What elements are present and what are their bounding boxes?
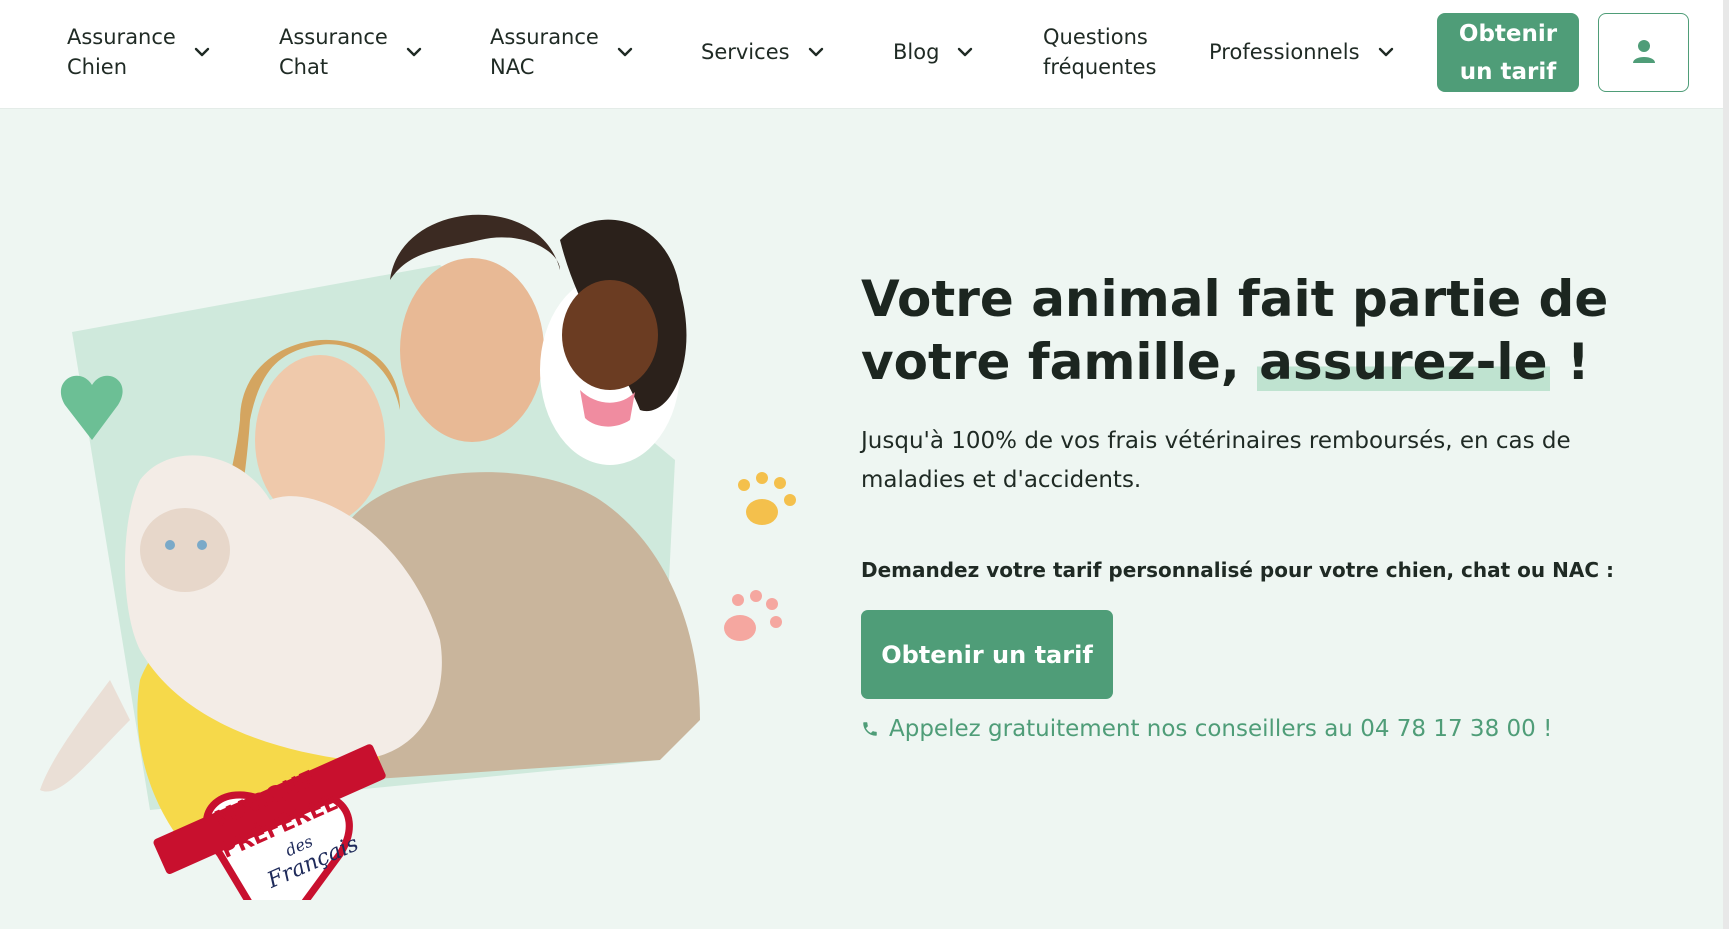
get-quote-button[interactable]: Obtenir un tarif (861, 610, 1113, 699)
nav-label-line1: Assurance (279, 25, 388, 49)
nav-blog[interactable]: Blog (893, 37, 973, 67)
hero-headline: Votre animal fait partie de votre famill… (861, 268, 1621, 394)
hero-subtitle: Jusqu'à 100% de vos frais vétérinaires r… (861, 428, 1571, 493)
nav-label-line2: fréquentes (1043, 55, 1157, 79)
nav-professionnels[interactable]: Professionnels (1209, 37, 1394, 67)
chevron-down-icon (617, 47, 633, 57)
account-button[interactable] (1598, 13, 1689, 92)
cat-face (140, 508, 230, 592)
chevron-down-icon (957, 47, 973, 57)
nav-label-line2: Chien (67, 55, 128, 79)
headline-highlight: assurez-le (1257, 333, 1550, 391)
paw-icon (738, 472, 796, 525)
headline-end: ! (1549, 333, 1590, 391)
phone-link[interactable]: Appelez gratuitement nos conseillers au … (861, 716, 1552, 742)
top-navigation: Assurance Chien Assurance Chat Assurance NA… (0, 0, 1729, 108)
nav-assurance-chat[interactable]: Assurance Chat (279, 22, 422, 82)
phone-icon (861, 720, 879, 738)
nav-label: Services (701, 40, 790, 64)
nav-label-line2: Chat (279, 55, 329, 79)
nav-cta-line2: un tarif (1459, 58, 1557, 85)
paw-icon (724, 590, 782, 641)
user-icon (1631, 38, 1657, 68)
nav-label-line2: NAC (490, 55, 535, 79)
scrollbar[interactable] (1723, 0, 1729, 929)
phone-text: Appelez gratuitement nos conseillers au … (889, 716, 1553, 742)
chevron-down-icon (406, 47, 422, 57)
chevron-down-icon (808, 47, 824, 57)
nav-services[interactable]: Services (701, 37, 824, 67)
chevron-down-icon (1378, 47, 1394, 57)
nav-label-line1: Assurance (490, 25, 599, 49)
nav-label-line1: Assurance (67, 25, 176, 49)
nav-assurance-chien[interactable]: Assurance Chien (67, 22, 210, 82)
quote-prompt: Demandez votre tarif personnalisé pour v… (861, 558, 1614, 582)
get-quote-nav-button[interactable]: Obtenir un tarif (1437, 13, 1579, 92)
nav-questions-frequentes[interactable]: Questions fréquentes (1043, 22, 1156, 82)
nav-label: Professionnels (1209, 40, 1360, 64)
nav-cta-line1: Obtenir (1458, 20, 1558, 47)
nav-assurance-nac[interactable]: Assurance NAC (490, 22, 633, 82)
hero-illustration: MARQUE PRÉFÉRÉE des Français (20, 160, 810, 929)
nav-label-line1: Questions (1043, 25, 1148, 49)
man-face (400, 258, 544, 442)
chevron-down-icon (194, 47, 210, 57)
nav-label: Blog (893, 40, 940, 64)
